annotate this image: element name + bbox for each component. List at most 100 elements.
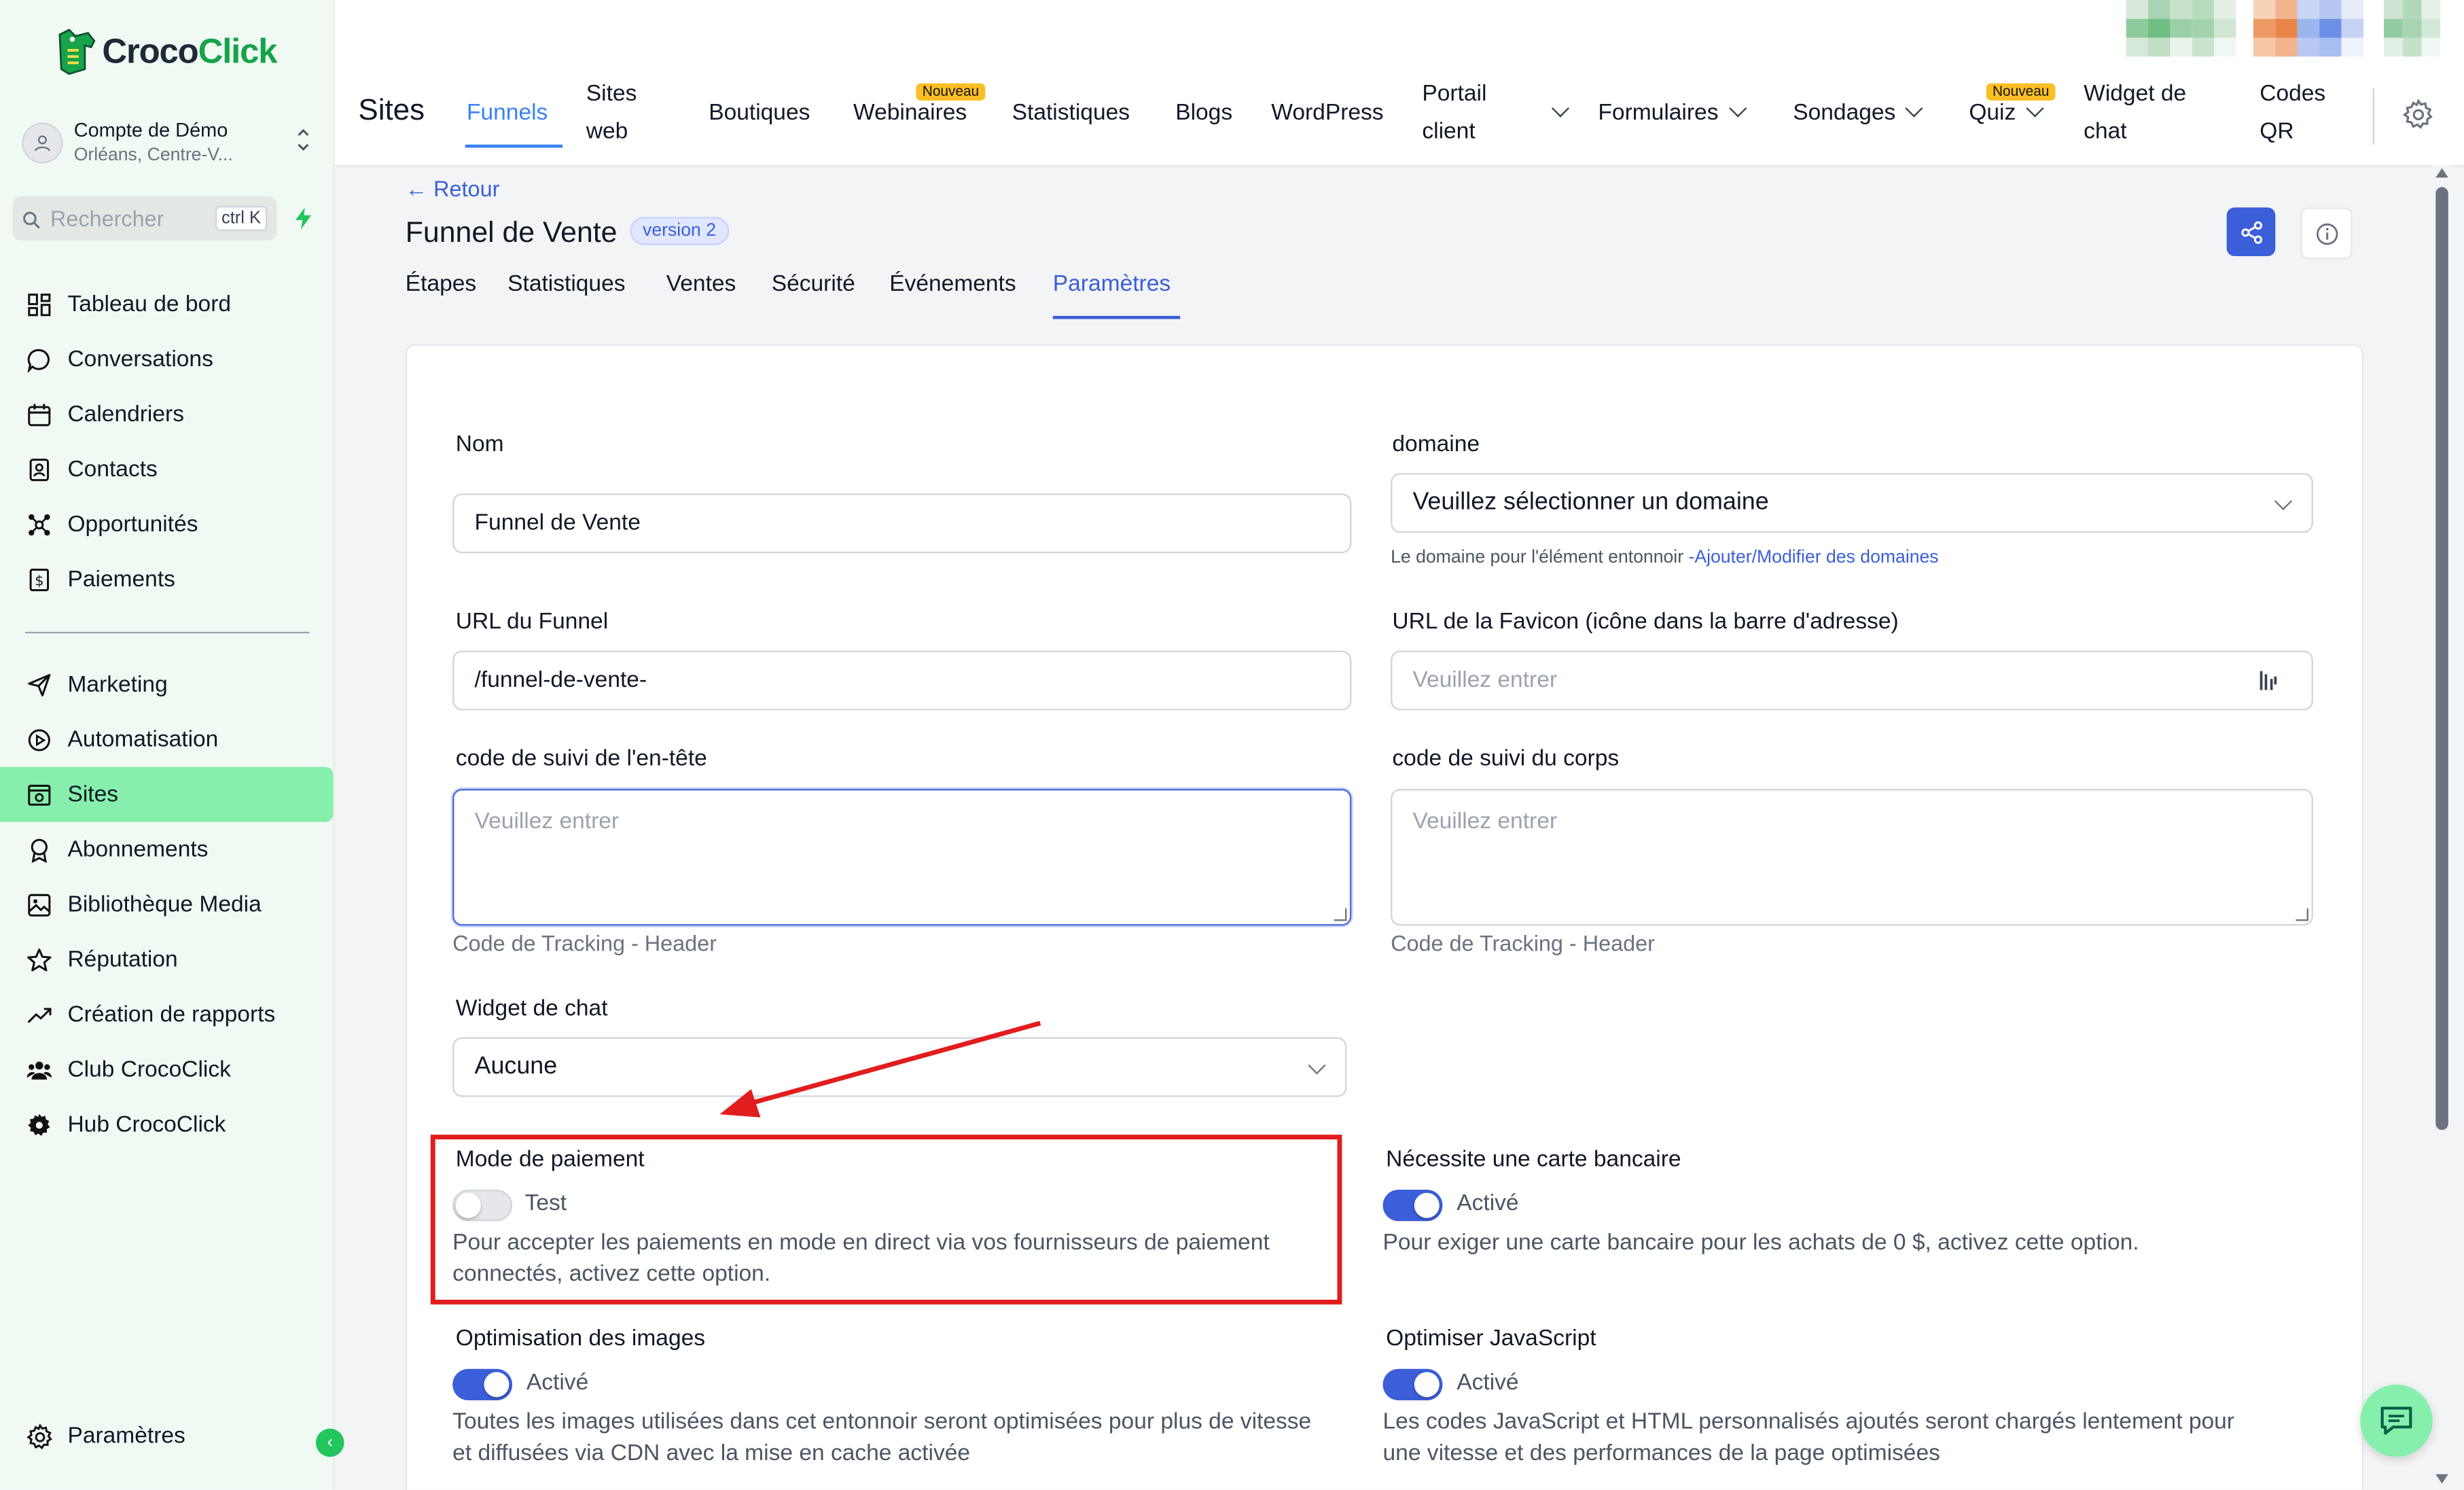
domaine-select[interactable]: Veuillez sélectionner un domaine: [1391, 473, 2313, 533]
sidebar-item-label: Opportunités: [67, 511, 198, 537]
share-icon: [2240, 220, 2262, 243]
payment-mode-label: Mode de paiement: [455, 1147, 645, 1173]
brand-logo[interactable]: CrocoClick: [54, 29, 278, 75]
domaine-help: Le domaine pour l'élément entonnoir -Ajo…: [1391, 548, 1939, 567]
search-input[interactable]: Rechercher ctrl K: [12, 196, 277, 241]
scrollbar-thumb[interactable]: [2435, 187, 2448, 1131]
sidebar-item-reputation[interactable]: Réputation: [0, 932, 333, 987]
back-link[interactable]: ← Retour: [406, 176, 500, 201]
tab-portail-client[interactable]: Portail client: [1422, 75, 1486, 151]
sidebar-item-marketing[interactable]: Marketing: [0, 657, 333, 712]
manage-domains-link[interactable]: -Ajouter/Modifier des domaines: [1688, 548, 1938, 567]
tab-funnels[interactable]: Funnels: [467, 94, 548, 132]
payment-mode-toggle[interactable]: [452, 1190, 513, 1222]
tab-webinaires[interactable]: Webinaires: [853, 94, 967, 132]
tab-sites-web-line1: Sites: [586, 82, 637, 107]
collapse-sidebar-icon[interactable]: ‹: [315, 1428, 344, 1457]
sidebar-item-creation-de-rapports[interactable]: Création de rapports: [0, 987, 333, 1042]
chevron-updown-icon: [296, 126, 311, 159]
domaine-label: domaine: [1392, 432, 1480, 458]
chevron-down-icon[interactable]: [1541, 94, 1569, 132]
payment-mode-description: Pour accepter les paiements en mode en d…: [452, 1229, 1270, 1290]
tab-statistiques[interactable]: Statistiques: [1012, 94, 1130, 132]
tab-quiz[interactable]: Quiz: [1969, 94, 2044, 132]
info-button[interactable]: [2300, 207, 2353, 260]
send-icon: [25, 671, 54, 699]
sidebar-nav-main: Tableau de bord Conversations Calendrier…: [0, 277, 333, 607]
sidebar-item-label: Tableau de bord: [67, 291, 232, 317]
tab-parametres[interactable]: Paramètres: [1053, 272, 1171, 297]
tab-etapes[interactable]: Étapes: [406, 272, 476, 297]
account-avatar-icon: [22, 122, 63, 164]
dashboard-icon: [25, 290, 54, 319]
sidebar-item-label: Automatisation: [67, 726, 219, 752]
sidebar-item-contacts[interactable]: Contacts: [0, 442, 333, 497]
body-code-label: code de suivi du corps: [1392, 746, 1620, 772]
js-optim-toggle[interactable]: [1382, 1368, 1443, 1400]
share-button[interactable]: [2226, 207, 2276, 257]
search-icon: [22, 209, 41, 229]
js-optim-label: Optimiser JavaScript: [1386, 1326, 1596, 1352]
sidebar-item-opportunites[interactable]: Opportunités: [0, 497, 333, 552]
tab-ventes[interactable]: Ventes: [666, 272, 736, 297]
sidebar-item-tableau-de-bord[interactable]: Tableau de bord: [0, 277, 333, 332]
js-optim-desc-line1: Les codes JavaScript et HTML personnalis…: [1382, 1409, 2234, 1435]
media-library-icon[interactable]: [2258, 669, 2280, 698]
tab-parametres-underline: [1052, 315, 1181, 319]
page-scrollbar[interactable]: [2432, 164, 2452, 1490]
tab-blogs[interactable]: Blogs: [1175, 94, 1232, 132]
sidebar-item-label: Paiements: [67, 566, 175, 592]
sidebar-item-conversations[interactable]: Conversations: [0, 332, 333, 387]
tab-sondages[interactable]: Sondages: [1793, 94, 1924, 132]
url-label: URL du Funnel: [455, 609, 609, 635]
image-optim-toggle[interactable]: [452, 1368, 513, 1400]
trend-icon: [25, 1000, 54, 1029]
sidebar-item-abonnements[interactable]: Abonnements: [0, 822, 333, 877]
tab-codes-line1: Codes: [2260, 82, 2326, 107]
lightning-icon[interactable]: [286, 200, 321, 238]
tab-boutiques[interactable]: Boutiques: [709, 94, 810, 132]
body-code-textarea[interactable]: Veuillez entrer: [1391, 789, 2313, 926]
sidebar-item-calendriers[interactable]: Calendriers: [0, 387, 333, 442]
sidebar-item-bibliotheque-media[interactable]: Bibliothèque Media: [0, 877, 333, 932]
tab-evenements[interactable]: Événements: [889, 272, 1016, 297]
resize-handle-icon[interactable]: [1334, 908, 1347, 921]
tab-statistiques[interactable]: Statistiques: [507, 272, 625, 297]
sidebar-item-parametres[interactable]: Paramètres: [25, 1422, 185, 1451]
scroll-down-icon[interactable]: [2435, 1474, 2448, 1484]
header-code-textarea[interactable]: Veuillez entrer: [452, 789, 1352, 926]
card-required-toggle[interactable]: [1382, 1190, 1443, 1222]
account-switcher[interactable]: Compte de Démo Orléans, Centre-V...: [19, 116, 317, 170]
tab-sondages-label: Sondages: [1793, 101, 1896, 126]
favicon-placeholder: Veuillez entrer: [1412, 668, 1558, 694]
sidebar-item-hub-crococlick[interactable]: Hub CrocoClick: [0, 1097, 333, 1152]
sidebar-item-sites[interactable]: Sites: [0, 766, 334, 822]
settings-gear-icon[interactable]: [2402, 99, 2434, 130]
info-icon: [2315, 222, 2338, 245]
opportunities-icon: [25, 510, 54, 539]
favicon-input[interactable]: Veuillez entrer: [1391, 650, 2313, 711]
search-placeholder: Rechercher: [50, 206, 164, 232]
chat-support-button[interactable]: [2360, 1384, 2433, 1457]
resize-handle-icon[interactable]: [2296, 908, 2308, 921]
domaine-select-value: Veuillez sélectionner un domaine: [1412, 489, 1769, 516]
chat-widget-label: Widget de chat: [455, 996, 608, 1022]
image-optim-desc-line1: Toutes les images utilisées dans cet ent…: [452, 1409, 1312, 1435]
sidebar-item-club-crococlick[interactable]: Club CrocoClick: [0, 1042, 333, 1097]
tab-securite[interactable]: Sécurité: [772, 272, 855, 297]
tab-widget-de-chat[interactable]: Widget de chat: [2084, 75, 2186, 151]
nom-input[interactable]: Funnel de Vente: [452, 493, 1352, 554]
sidebar-item-paiements[interactable]: $ Paiements: [0, 552, 333, 607]
scroll-up-icon[interactable]: [2435, 168, 2448, 178]
tab-formulaires[interactable]: Formulaires: [1598, 94, 1747, 132]
tab-sites-web[interactable]: Sites web: [586, 75, 637, 151]
tab-wordpress[interactable]: WordPress: [1271, 94, 1383, 132]
section-title: Sites: [358, 94, 425, 128]
sidebar-item-automatisation[interactable]: Automatisation: [0, 712, 333, 767]
header-code-help: Code de Tracking - Header: [452, 930, 717, 956]
payment-mode-desc-line1: Pour accepter les paiements en mode en d…: [452, 1230, 1270, 1256]
blurred-logo-icon: [2383, 0, 2441, 57]
tab-codes-qr[interactable]: Codes QR: [2260, 75, 2325, 151]
url-input[interactable]: /funnel-de-vente-: [452, 650, 1352, 711]
sidebar-item-label: Conversations: [67, 347, 213, 372]
